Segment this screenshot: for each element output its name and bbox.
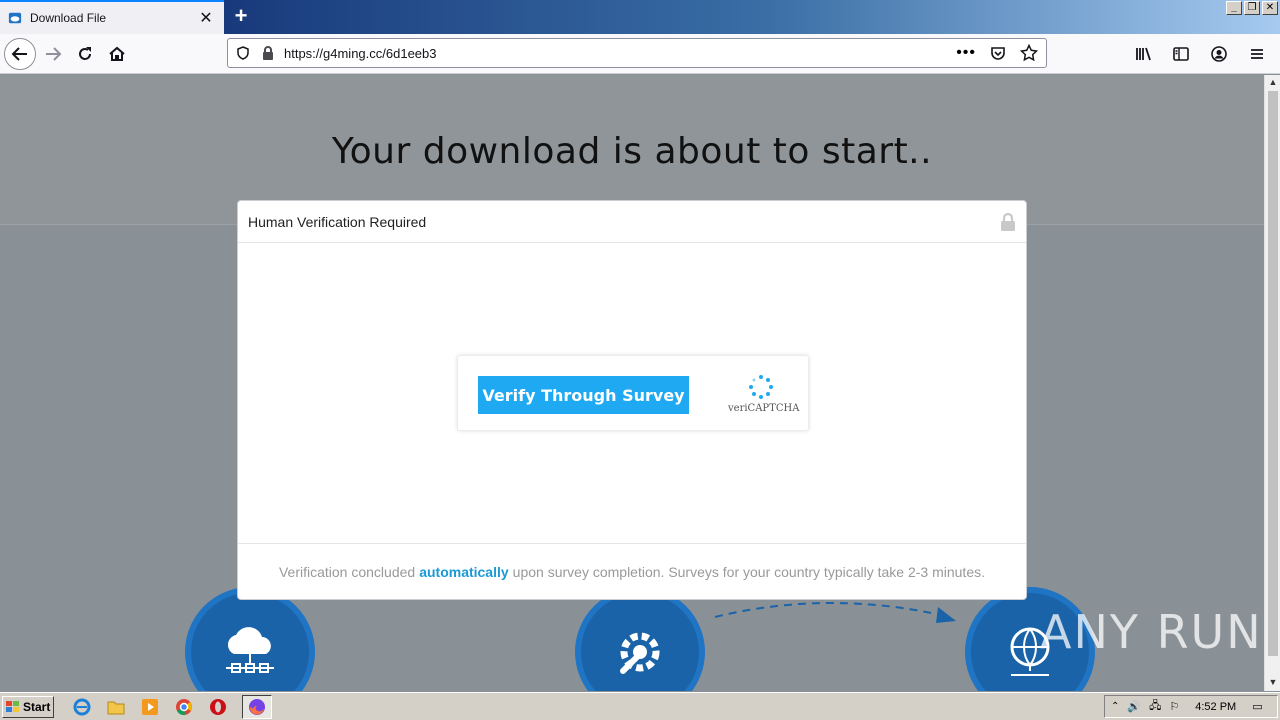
firefox-taskbar-button[interactable] (242, 694, 272, 719)
clock[interactable]: 4:52 PM (1195, 701, 1236, 713)
tray-expand-icon[interactable]: ⌃ (1111, 701, 1119, 712)
toolbar-right (1128, 39, 1272, 69)
footer-emphasis: automatically (419, 563, 509, 580)
captcha-brand-label: veriCAPTCHA (728, 403, 800, 414)
settings-step (575, 587, 705, 691)
tab-title: Download File (30, 11, 107, 25)
watermark-text: ANY RUN (1040, 605, 1263, 659)
sidebar-icon (1173, 47, 1189, 61)
modal-footer: Verification concluded automatically upo… (238, 543, 1026, 599)
hamburger-menu-icon (1251, 49, 1263, 59)
account-button[interactable] (1204, 39, 1234, 69)
scroll-down-icon[interactable]: ▼ (1267, 677, 1279, 689)
lock-icon[interactable] (262, 46, 274, 60)
cloud-favicon-icon (8, 12, 22, 24)
file-explorer-icon[interactable] (106, 697, 126, 717)
verify-through-survey-button[interactable]: Verify Through Survey (478, 376, 689, 414)
windows-logo-icon (6, 700, 19, 712)
start-label: Start (23, 699, 51, 714)
forward-arrow-icon (46, 47, 62, 61)
volume-icon[interactable]: 🔊 (1127, 700, 1141, 713)
minimize-button[interactable]: _ (1226, 1, 1242, 15)
menu-button[interactable] (1242, 39, 1272, 69)
dashed-arrow-icon (714, 602, 956, 623)
tab-download-file[interactable]: Download File ✕ (0, 0, 224, 34)
internet-explorer-icon[interactable] (72, 697, 92, 717)
restore-button[interactable]: ❐ (1244, 1, 1260, 15)
account-icon (1211, 46, 1227, 62)
page-actions-icon[interactable]: ••• (956, 44, 976, 62)
modal-title: Human Verification Required (248, 213, 427, 230)
library-icon (1136, 47, 1151, 61)
back-button[interactable] (4, 38, 36, 70)
cloud-network-icon (226, 627, 274, 673)
firefox-icon (249, 698, 265, 715)
new-tab-button[interactable]: + (228, 4, 254, 30)
start-button[interactable]: Start (2, 695, 54, 718)
home-button[interactable] (102, 39, 132, 69)
tab-strip: Download File ✕ + _ ❐ ✕ (0, 0, 1280, 34)
pocket-icon[interactable] (990, 45, 1006, 61)
close-window-button[interactable]: ✕ (1262, 1, 1278, 15)
home-icon (109, 46, 125, 61)
address-bar[interactable]: https://g4ming.cc/6d1eeb3 ••• (227, 38, 1047, 68)
anyrun-watermark: ANY RUN (1040, 605, 1263, 659)
footer-text-before: Verification concluded (278, 563, 416, 580)
back-arrow-icon (11, 47, 27, 61)
media-player-icon[interactable] (140, 697, 160, 717)
gear-wrench-icon (620, 632, 660, 674)
reload-icon (79, 47, 91, 60)
modal-body: Verify Through Survey veriCAPTCHA (238, 243, 1026, 543)
reload-button[interactable] (70, 39, 100, 69)
url-text[interactable]: https://g4ming.cc/6d1eeb3 (284, 46, 956, 61)
chrome-icon[interactable] (174, 697, 194, 717)
loading-spinner-icon (749, 375, 773, 399)
url-actions: ••• (956, 44, 1038, 62)
scroll-up-icon[interactable]: ▲ (1267, 77, 1279, 89)
show-desktop-icon[interactable]: ▭ (1252, 700, 1262, 713)
forward-button[interactable] (38, 39, 68, 69)
modal-header: Human Verification Required (238, 201, 1026, 243)
close-tab-icon[interactable]: ✕ (196, 8, 216, 28)
bookmark-star-icon[interactable] (1020, 44, 1038, 62)
quick-launch (72, 694, 272, 719)
library-button[interactable] (1128, 39, 1158, 69)
navigation-toolbar: https://g4ming.cc/6d1eeb3 ••• (0, 34, 1280, 74)
opera-icon[interactable] (208, 697, 228, 717)
sidebar-button[interactable] (1166, 39, 1196, 69)
vertical-scrollbar[interactable]: ▲ ▼ (1264, 75, 1280, 691)
windows-taskbar: Start ⌃ 🔊 🖧 ⚐ 4:52 PM ▭ (0, 692, 1280, 720)
window-controls: _ ❐ ✕ (1226, 1, 1278, 15)
system-tray: ⌃ 🔊 🖧 ⚐ 4:52 PM ▭ (1104, 695, 1278, 718)
shield-icon[interactable] (236, 46, 250, 60)
cloud-download-step (185, 587, 315, 691)
captcha-widget: Verify Through Survey veriCAPTCHA (457, 355, 809, 431)
action-center-flag-icon[interactable]: ⚐ (1169, 700, 1179, 713)
scroll-thumb[interactable] (1268, 91, 1278, 656)
verification-modal: Human Verification Required Verify Throu… (237, 200, 1027, 600)
page-title: Your download is about to start.. (331, 131, 933, 172)
lock-icon (1001, 212, 1015, 231)
footer-text-after: upon survey completion. Surveys for your… (512, 563, 985, 580)
network-icon[interactable]: 🖧 (1149, 697, 1161, 716)
